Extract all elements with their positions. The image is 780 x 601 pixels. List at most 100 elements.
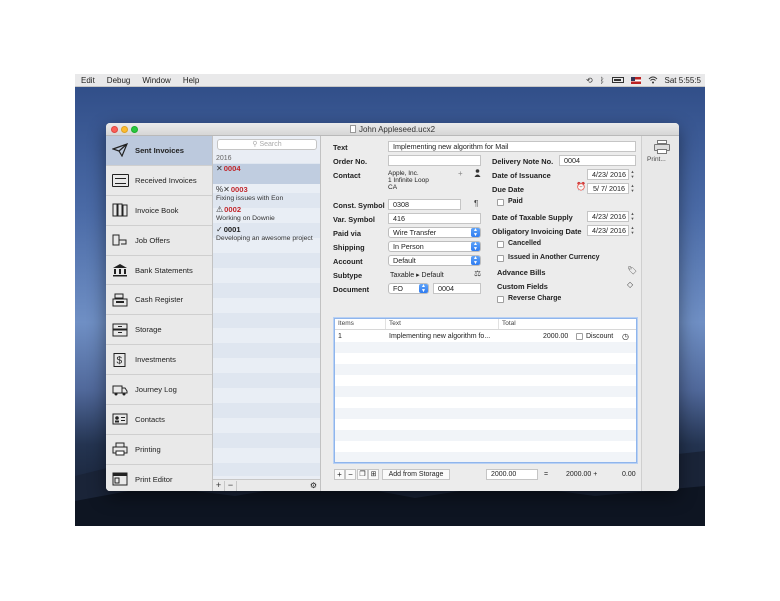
date-stepper[interactable]: ▲ ▼ bbox=[630, 211, 635, 222]
sidebar-item-received-invoices[interactable]: Received Invoices bbox=[106, 165, 212, 196]
label-due-date: Due Date bbox=[492, 185, 525, 194]
sidebar-item-invoice-book[interactable]: Invoice Book bbox=[106, 195, 212, 226]
table-row[interactable]: 1 Implementing new algorithm fo... 2000.… bbox=[335, 331, 636, 342]
date-stepper[interactable]: ▲ ▼ bbox=[630, 169, 635, 180]
tag-icon[interactable]: ◇ bbox=[627, 280, 633, 289]
right-toolbar: Print... bbox=[641, 136, 679, 491]
amount-field[interactable]: 2000.00 bbox=[486, 469, 538, 480]
paid-via-select[interactable]: Wire Transfer ▲ ▼ bbox=[388, 227, 481, 238]
var-symbol-field[interactable]: 416 bbox=[388, 213, 481, 224]
menu-edit[interactable]: Edit bbox=[75, 76, 101, 85]
title-bar[interactable]: John Appleseed.ucx2 bbox=[106, 123, 679, 136]
shipping-select[interactable]: In Person ▲ ▼ bbox=[388, 241, 481, 252]
add-invoice-button[interactable]: + bbox=[213, 480, 225, 491]
sidebar-item-print-editor[interactable]: Print Editor bbox=[106, 464, 212, 491]
sidebar-item-investments[interactable]: $ Investments bbox=[106, 345, 212, 376]
remove-invoice-button[interactable]: − bbox=[225, 480, 237, 491]
sidebar-item-bank-statements[interactable]: Bank Statements bbox=[106, 255, 212, 286]
sidebar-item-label: Print Editor bbox=[135, 474, 173, 484]
sidebar-item-journey-log[interactable]: Journey Log bbox=[106, 375, 212, 406]
list-item[interactable]: ⚠0002 Working on Downie bbox=[213, 205, 320, 224]
column-header-total[interactable]: Total bbox=[499, 319, 636, 329]
duplicate-item-icon[interactable]: ❐ bbox=[357, 469, 368, 480]
paid-checkbox[interactable] bbox=[497, 199, 504, 206]
taxable-supply-date-field[interactable]: 4/23/ 2016 bbox=[587, 211, 629, 222]
cancelled-mark-icon: ✕ bbox=[216, 164, 223, 173]
label-var-symbol: Var. Symbol bbox=[333, 215, 375, 224]
sidebar-item-storage[interactable]: Storage bbox=[106, 315, 212, 346]
menu-window[interactable]: Window bbox=[136, 76, 176, 85]
gear-icon[interactable]: ⚙ bbox=[310, 481, 317, 490]
text-field[interactable]: Implementing new algorithm for Mail bbox=[388, 141, 636, 152]
another-currency-checkbox[interactable] bbox=[497, 255, 504, 262]
time-machine-icon[interactable]: ⟲ bbox=[586, 76, 593, 85]
clock-icon[interactable]: ◷ bbox=[622, 331, 629, 342]
dollar-icon: $ bbox=[110, 351, 130, 369]
list-item[interactable]: %✕0003 Fixing issues with Eon bbox=[213, 185, 320, 204]
search-input[interactable]: ⚲ Search bbox=[217, 139, 317, 150]
cancelled-checkbox[interactable] bbox=[497, 241, 504, 248]
table-row bbox=[335, 430, 636, 441]
sidebar-item-contacts[interactable]: Contacts bbox=[106, 405, 212, 435]
label-shipping: Shipping bbox=[333, 243, 365, 252]
sidebar-item-label: Contacts bbox=[135, 414, 165, 424]
wifi-icon[interactable] bbox=[648, 76, 658, 84]
add-item-button[interactable]: + bbox=[334, 469, 345, 480]
alarm-clock-icon[interactable]: ⏰ bbox=[576, 182, 586, 191]
date-of-issuance-field[interactable]: 4/23/ 2016 bbox=[587, 169, 629, 180]
sidebar-item-printing[interactable]: Printing bbox=[106, 434, 212, 465]
column-header-items[interactable]: Items bbox=[335, 319, 386, 329]
contact-line: 1 Infinite Loop bbox=[388, 177, 429, 184]
pilcrow-icon[interactable]: ¶ bbox=[474, 199, 478, 208]
battery-icon[interactable] bbox=[611, 77, 624, 83]
person-icon[interactable] bbox=[474, 169, 481, 179]
sidebar-item-job-offers[interactable]: Job Offers bbox=[106, 225, 212, 256]
discount-checkbox[interactable] bbox=[576, 333, 583, 340]
delivery-note-field[interactable]: 0004 bbox=[559, 155, 636, 166]
account-select[interactable]: Default ▲ ▼ bbox=[388, 255, 481, 266]
window-title: John Appleseed.ucx2 bbox=[106, 125, 679, 134]
label-order-no: Order No. bbox=[333, 157, 368, 166]
label-obligatory-invoicing-date: Obligatory Invoicing Date bbox=[492, 227, 582, 236]
paid-via-value: Wire Transfer bbox=[393, 228, 437, 237]
menu-help[interactable]: Help bbox=[177, 76, 205, 85]
date-stepper[interactable]: ▲ ▼ bbox=[630, 225, 635, 236]
books-icon bbox=[110, 201, 130, 219]
cell-text: Implementing new algorithm fo... bbox=[389, 333, 491, 340]
add-contact-icon[interactable]: + bbox=[458, 169, 463, 178]
table-row bbox=[335, 342, 636, 353]
reverse-charge-checkbox[interactable] bbox=[497, 296, 504, 303]
subtype-value[interactable]: Taxable ▸ Default bbox=[390, 271, 444, 279]
svg-text:$: $ bbox=[117, 355, 123, 366]
document-type-select[interactable]: FO ▲ ▼ bbox=[388, 283, 429, 294]
sidebar-item-sent-invoices[interactable]: Sent Invoices bbox=[106, 136, 212, 166]
sidebar-item-cash-register[interactable]: Cash Register bbox=[106, 285, 212, 316]
items-table[interactable]: Items Text Total 1 Implementing new algo… bbox=[334, 318, 637, 463]
bluetooth-icon[interactable]: ᛒ bbox=[600, 76, 605, 85]
chevron-updown-icon: ▲ ▼ bbox=[471, 228, 480, 237]
list-item[interactable]: ✓0001 Developing an awesome project bbox=[213, 225, 320, 244]
table-header: Items Text Total bbox=[335, 319, 636, 330]
menubar-clock[interactable]: Sat 5:55:5 bbox=[665, 76, 701, 85]
remove-item-button[interactable]: − bbox=[345, 469, 356, 480]
table-row bbox=[335, 419, 636, 430]
const-symbol-field[interactable]: 0308 bbox=[388, 199, 461, 210]
invoice-number: 0003 bbox=[230, 185, 248, 194]
list-item[interactable]: ✕0004 bbox=[213, 164, 320, 184]
tag-stack-icon[interactable]: 🏷 bbox=[627, 266, 637, 275]
date-stepper[interactable]: ▲ ▼ bbox=[630, 183, 635, 194]
tax-scale-icon[interactable]: ⚖ bbox=[474, 269, 481, 278]
sidebar-item-label: Received Invoices bbox=[135, 175, 197, 185]
grid-item-icon[interactable]: ⊞ bbox=[368, 469, 379, 480]
paid-check-icon: ✓ bbox=[216, 225, 223, 234]
contact-address[interactable]: Apple, Inc. 1 Infinite Loop CA bbox=[388, 170, 429, 191]
due-date-field[interactable]: 5/ 7/ 2016 bbox=[587, 183, 629, 194]
add-from-storage-button[interactable]: Add from Storage bbox=[382, 469, 450, 480]
input-source-flag-icon[interactable] bbox=[630, 76, 641, 84]
order-no-field[interactable] bbox=[388, 155, 481, 166]
obligatory-invoicing-date-field[interactable]: 4/23/ 2016 bbox=[587, 225, 629, 236]
label-delivery-note-no: Delivery Note No. bbox=[492, 157, 554, 166]
column-header-text[interactable]: Text bbox=[386, 319, 499, 329]
menu-debug[interactable]: Debug bbox=[101, 76, 137, 85]
document-number-field[interactable]: 0004 bbox=[433, 283, 481, 294]
